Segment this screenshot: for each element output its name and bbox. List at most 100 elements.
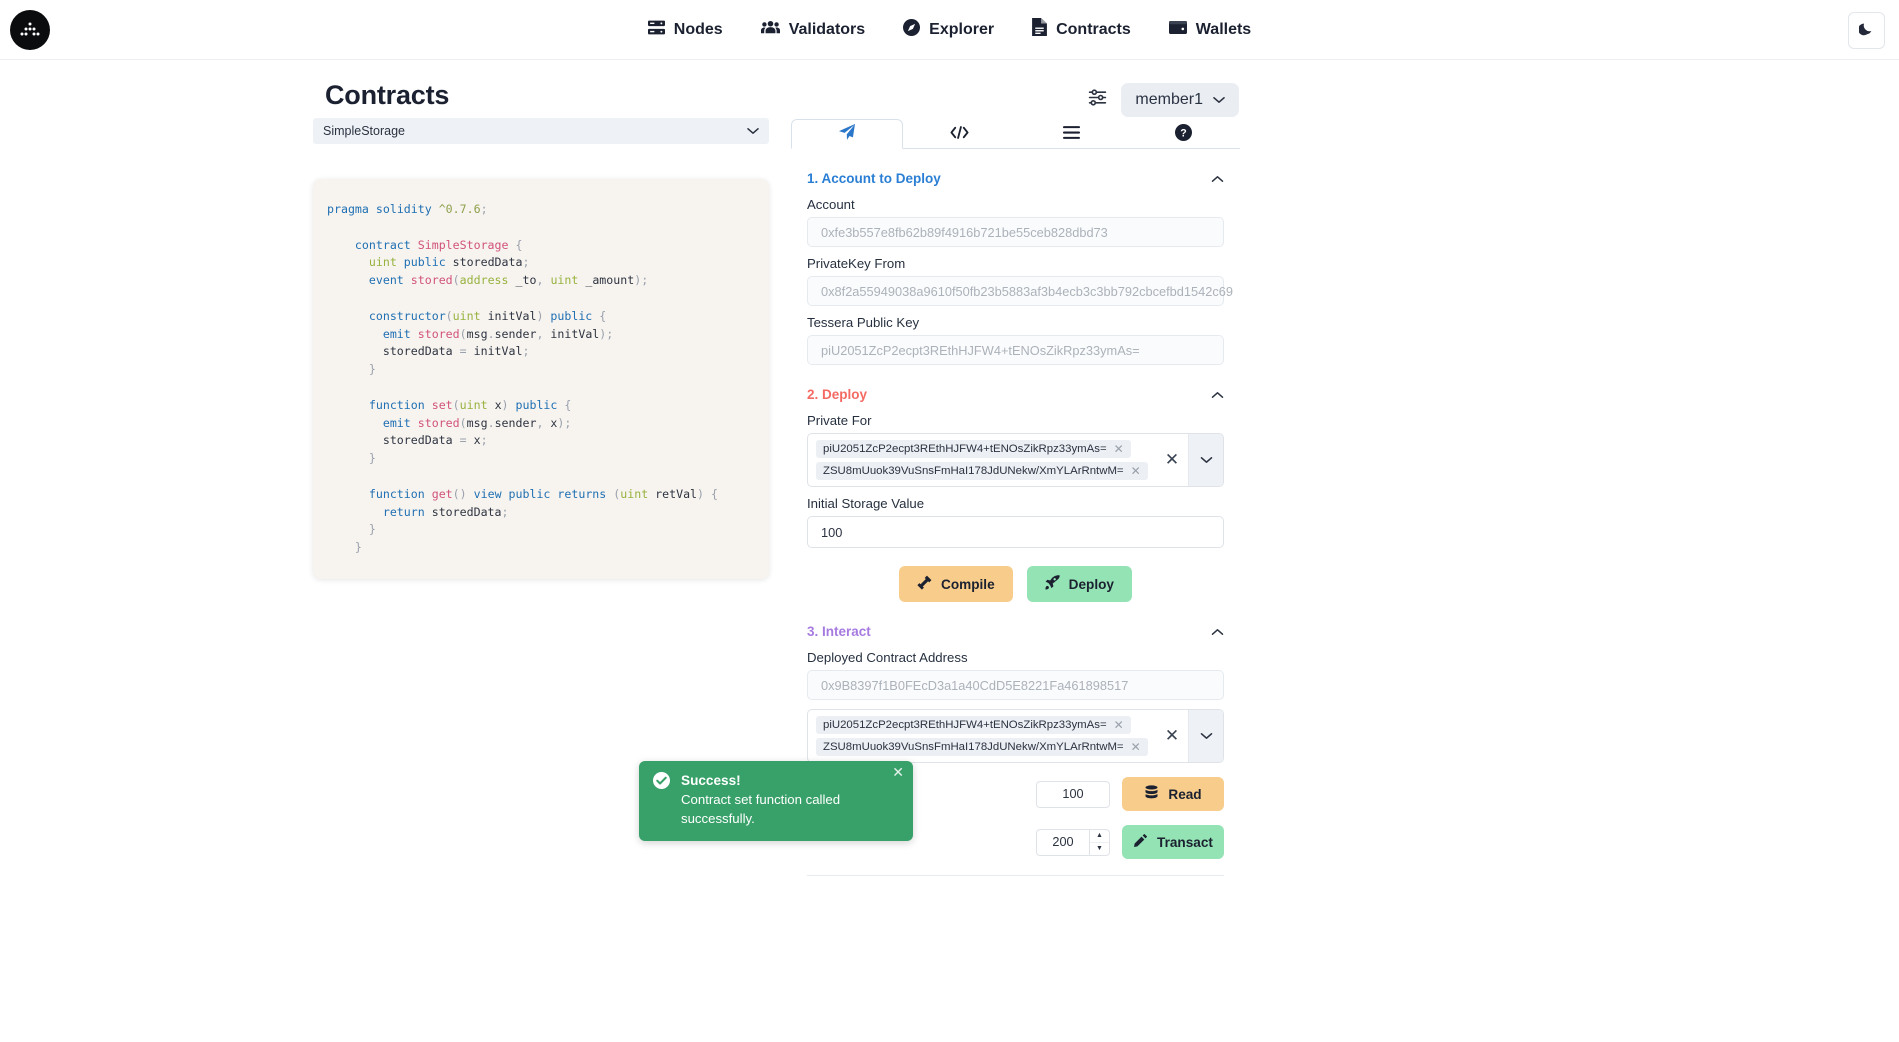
section-title: 1. Account to Deploy [807,171,941,186]
chevron-down-icon [747,124,759,138]
database-icon [1144,785,1159,803]
initial-storage-label: Initial Storage Value [807,496,1224,511]
nav-label: Nodes [674,21,723,39]
moon-icon [1859,21,1874,41]
clear-all-icon[interactable]: ✕ [1156,434,1189,486]
initial-storage-input[interactable]: 100 [807,516,1224,548]
main-nav: Nodes Validators [648,18,1251,41]
svg-text:?: ? [1181,127,1187,139]
users-icon [761,19,780,41]
panel-divider [807,875,1224,876]
rocket-icon [1045,575,1060,593]
tab-source[interactable] [903,119,1015,149]
toast-title: Success! [681,772,899,789]
source-code-card: pragma solidity ^0.7.6; contract SimpleS… [313,179,769,579]
chip-remove-icon[interactable]: ✕ [1131,464,1141,478]
section-deploy-header: 2. Deploy [807,387,1224,402]
chip[interactable]: ZSU8mUuok39VuSnsFmHaI178JdUNekw/XmYLArRn… [816,738,1148,756]
nav-item-wallets[interactable]: Wallets [1169,19,1251,40]
section-title: 2. Deploy [807,387,867,402]
pencil-icon [1133,833,1148,851]
nav-item-explorer[interactable]: Explorer [903,19,994,41]
nav-label: Validators [789,21,865,39]
clear-all-icon[interactable]: ✕ [1156,710,1189,762]
chip[interactable]: ZSU8mUuok39VuSnsFmHaI178JdUNekw/XmYLArRn… [816,462,1148,480]
stepper-down-icon[interactable]: ▼ [1090,843,1109,855]
success-toast: Success! Contract set function called su… [639,761,913,841]
tab-deploy[interactable] [791,119,903,149]
top-navbar: Nodes Validators [0,0,1899,60]
deploy-label: Deploy [1069,577,1114,592]
chevron-up-icon[interactable] [1211,172,1224,186]
get-value-input[interactable]: 100 [1036,781,1110,808]
panel-tabs: ? [791,118,1240,149]
stepper-up-icon[interactable]: ▲ [1090,830,1109,843]
chip-list: piU2051ZcP2ecpt3REthHJFW4+tENOsZikRpz33y… [808,710,1156,762]
read-button[interactable]: Read [1122,777,1224,811]
solidity-source[interactable]: pragma solidity ^0.7.6; contract SimpleS… [313,201,769,557]
set-value: 200 [1037,835,1089,849]
tessera-key-field[interactable]: piU2051ZcP2ecpt3REthHJFW4+tENOsZikRpz33y… [807,335,1224,365]
nav-item-nodes[interactable]: Nodes [648,19,723,41]
question-mark-icon: ? [1175,124,1192,146]
toast-text: Success! Contract set function called su… [681,772,899,828]
paper-plane-icon [838,123,856,146]
number-stepper[interactable]: ▲ ▼ [1089,830,1109,855]
section-account-header: 1. Account to Deploy [807,171,1224,186]
private-for-label: Private For [807,413,1224,428]
chevron-down-icon[interactable] [1188,434,1223,486]
compile-label: Compile [941,577,995,592]
chevron-up-icon[interactable] [1211,625,1224,639]
chip-list: piU2051ZcP2ecpt3REthHJFW4+tENOsZikRpz33y… [808,434,1156,486]
sliders-icon[interactable] [1088,88,1107,112]
nav-item-contracts[interactable]: Contracts [1032,18,1131,41]
chip-remove-icon[interactable]: ✕ [1114,718,1124,732]
compile-button[interactable]: Compile [899,566,1013,602]
set-value-input[interactable]: 200 ▲ ▼ [1036,829,1110,856]
compass-icon [903,19,920,41]
left-column: SimpleStorage pragma solidity ^0.7.6; co… [313,118,769,579]
interact-private-for-select[interactable]: piU2051ZcP2ecpt3REthHJFW4+tENOsZikRpz33y… [807,709,1224,763]
deployed-address-field[interactable]: 0x9B8397f1B0FEcD3a1a40CdD5E8221Fa4618985… [807,670,1224,700]
code-icon [950,125,969,145]
toast-close-icon[interactable]: ✕ [892,765,904,779]
chip-remove-icon[interactable]: ✕ [1114,442,1124,456]
transact-button[interactable]: Transact [1122,825,1224,859]
member-label: member1 [1135,91,1203,109]
chevron-down-icon[interactable] [1188,710,1223,762]
chip-label: piU2051ZcP2ecpt3REthHJFW4+tENOsZikRpz33y… [823,443,1107,455]
nav-label: Explorer [929,21,994,39]
hammer-icon [917,575,932,593]
chip[interactable]: piU2051ZcP2ecpt3REthHJFW4+tENOsZikRpz33y… [816,440,1131,458]
chevron-down-icon [1213,91,1225,109]
privatekey-field[interactable]: 0x8f2a55949038a9610f50fb23b5883af3b4ecb3… [807,276,1224,306]
deploy-private-for-select[interactable]: piU2051ZcP2ecpt3REthHJFW4+tENOsZikRpz33y… [807,433,1224,487]
page-header: Contracts member1 [0,60,1899,122]
tessera-key-label: Tessera Public Key [807,315,1224,330]
get-value: 100 [1037,787,1109,801]
nav-label: Contracts [1056,21,1131,39]
nav-item-validators[interactable]: Validators [761,19,865,41]
page-title: Contracts [325,80,449,111]
read-label: Read [1168,787,1201,802]
wallet-icon [1169,19,1187,40]
chip-remove-icon[interactable]: ✕ [1131,740,1141,754]
tab-help[interactable]: ? [1128,119,1240,149]
tab-events[interactable] [1016,119,1128,149]
header-controls: member1 [1088,83,1239,117]
theme-toggle-button[interactable] [1848,12,1885,49]
app-logo[interactable] [10,10,50,50]
deploy-button[interactable]: Deploy [1027,566,1132,602]
chevron-up-icon[interactable] [1211,388,1224,402]
chip[interactable]: piU2051ZcP2ecpt3REthHJFW4+tENOsZikRpz33y… [816,716,1131,734]
member-selector[interactable]: member1 [1121,83,1239,117]
section-interact-header: 3. Interact [807,624,1224,639]
check-circle-icon [653,772,670,828]
section-title: 3. Interact [807,624,871,639]
account-field[interactable]: 0xfe3b557e8fb62b89f4916b721be55ceb828dbd… [807,217,1224,247]
nav-label: Wallets [1196,21,1251,39]
contract-select[interactable]: SimpleStorage [313,118,769,144]
account-label: Account [807,197,1224,212]
chip-label: ZSU8mUuok39VuSnsFmHaI178JdUNekw/XmYLArRn… [823,741,1124,753]
chip-label: ZSU8mUuok39VuSnsFmHaI178JdUNekw/XmYLArRn… [823,465,1124,477]
